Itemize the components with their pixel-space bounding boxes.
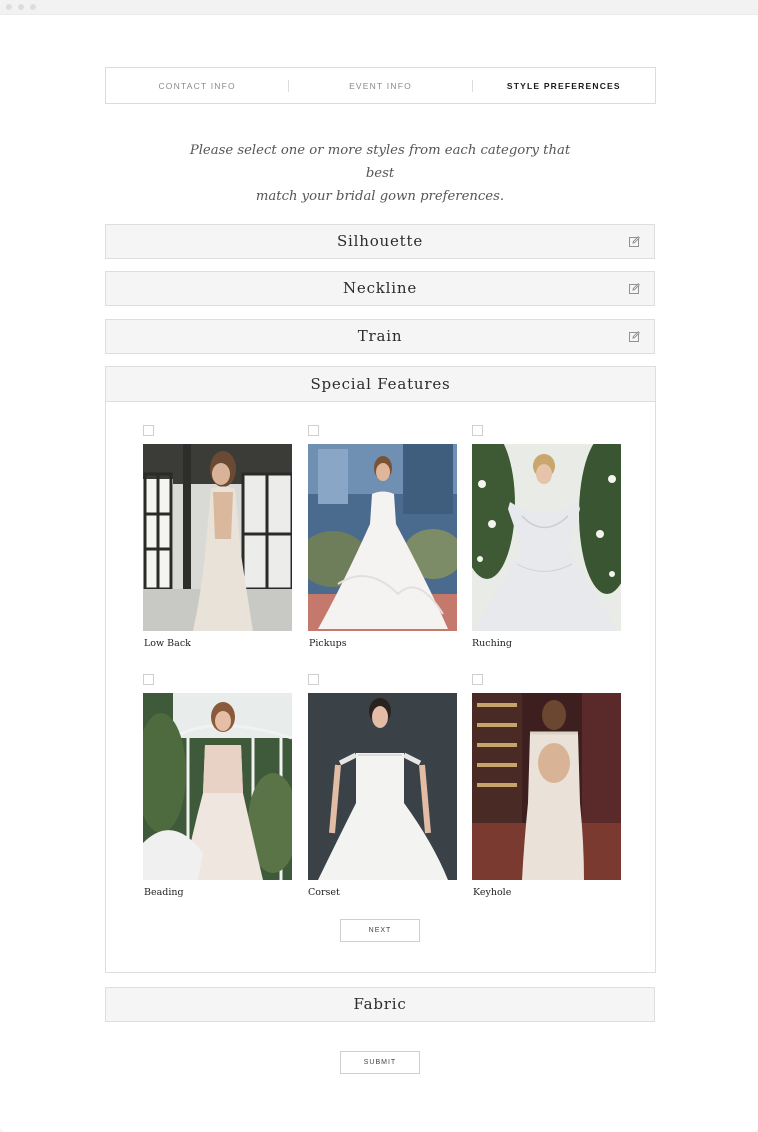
feature-label: Pickups (309, 638, 347, 649)
submit-button[interactable]: SUBMIT (340, 1051, 420, 1074)
section-title[interactable]: Special Features (106, 367, 655, 402)
feature-label: Ruching (472, 638, 512, 649)
dress-photo (143, 693, 292, 880)
next-button[interactable]: NEXT (340, 919, 420, 942)
progress-steps: CONTACT INFO EVENT INFO STYLE PREFERENCE… (105, 67, 656, 104)
feature-checkbox-beading[interactable] (143, 674, 154, 685)
feature-checkbox-pickups[interactable] (308, 425, 319, 436)
feature-checkbox-keyhole[interactable] (472, 674, 483, 685)
feature-image-ruching[interactable] (472, 444, 621, 631)
close-window-icon[interactable] (6, 4, 12, 10)
dress-photo (472, 444, 621, 631)
feature-image-corset[interactable] (308, 693, 457, 880)
feature-checkbox-ruching[interactable] (472, 425, 483, 436)
section-special-features: Special Features Low Back Pickups Ruchin… (105, 366, 656, 973)
feature-image-keyhole[interactable] (472, 693, 621, 880)
dress-photo (308, 693, 457, 880)
section-fabric[interactable]: Fabric (105, 987, 655, 1022)
maximize-window-icon[interactable] (30, 4, 36, 10)
section-silhouette[interactable]: Silhouette (105, 224, 655, 259)
section-title: Fabric (353, 995, 407, 1013)
intro-text: Please select one or more styles from ea… (180, 139, 580, 208)
section-title: Train (357, 327, 403, 345)
edit-icon[interactable] (629, 236, 640, 247)
feature-image-low-back[interactable] (143, 444, 292, 631)
intro-line-1: Please select one or more styles from ea… (189, 143, 571, 181)
intro-line-2: match your bridal gown preferences. (255, 189, 505, 204)
dress-photo (143, 444, 292, 631)
section-title: Silhouette (336, 232, 424, 250)
feature-label: Beading (144, 887, 184, 898)
edit-icon[interactable] (629, 331, 640, 342)
dress-photo (308, 444, 457, 631)
browser-window: CONTACT INFO EVENT INFO STYLE PREFERENCE… (0, 0, 758, 1132)
minimize-window-icon[interactable] (18, 4, 24, 10)
feature-checkbox-low-back[interactable] (143, 425, 154, 436)
feature-image-pickups[interactable] (308, 444, 457, 631)
feature-label: Keyhole (473, 887, 512, 898)
window-titlebar (0, 0, 758, 15)
step-contact-info[interactable]: CONTACT INFO (106, 81, 288, 91)
edit-icon[interactable] (629, 283, 640, 294)
section-neckline[interactable]: Neckline (105, 271, 655, 306)
step-style-preferences[interactable]: STYLE PREFERENCES (473, 81, 655, 91)
section-title: Neckline (342, 279, 418, 297)
feature-checkbox-corset[interactable] (308, 674, 319, 685)
feature-label: Corset (308, 887, 340, 898)
step-event-info[interactable]: EVENT INFO (289, 81, 471, 91)
feature-image-beading[interactable] (143, 693, 292, 880)
dress-photo (472, 693, 621, 880)
section-train[interactable]: Train (105, 319, 655, 354)
feature-label: Low Back (144, 638, 191, 649)
